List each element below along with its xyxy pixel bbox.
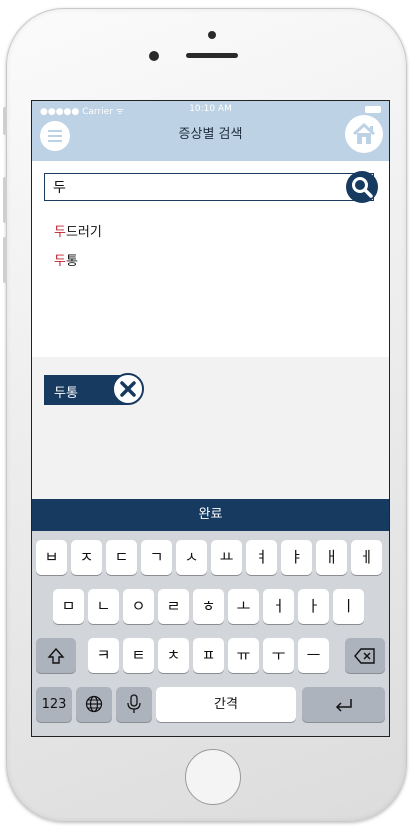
volume-down-button [3, 237, 7, 283]
key[interactable]: ㄱ [141, 540, 172, 575]
key[interactable]: ㅍ [193, 638, 224, 673]
search-input-value: 두 [53, 180, 66, 196]
key[interactable]: ㅜ [263, 638, 294, 673]
key[interactable]: ㅅ [176, 540, 207, 575]
home-icon[interactable] [345, 115, 383, 153]
key[interactable]: ㅐ [316, 540, 347, 575]
status-time: 10:10 AM [189, 104, 232, 114]
suggestion-item[interactable]: 두드러기 [54, 221, 102, 240]
numbers-key[interactable]: 123 [36, 687, 72, 722]
globe-icon[interactable] [76, 687, 112, 722]
microphone-icon[interactable] [116, 687, 152, 722]
tag-label: 두통 [54, 386, 78, 401]
key[interactable]: ㅣ [333, 589, 364, 624]
space-key[interactable]: 간격 [156, 687, 296, 722]
key[interactable]: ㄹ [158, 589, 189, 624]
key[interactable]: ㅌ [123, 638, 154, 673]
key[interactable]: ㅂ [36, 540, 67, 575]
selected-symptom-tag: 두통 [44, 373, 144, 407]
mute-switch [3, 107, 7, 135]
key[interactable]: ㅛ [211, 540, 242, 575]
search-input[interactable]: 두 [44, 173, 374, 201]
front-camera [149, 51, 159, 61]
key[interactable]: ㅁ [53, 589, 84, 624]
key[interactable]: ㅗ [228, 589, 259, 624]
key[interactable]: ㅓ [263, 589, 294, 624]
key[interactable]: ㄷ [106, 540, 137, 575]
suggestion-item[interactable]: 두통 [54, 250, 78, 269]
key[interactable]: ㅔ [351, 540, 382, 575]
key[interactable]: ㅡ [298, 638, 329, 673]
key[interactable]: ㅎ [193, 589, 224, 624]
key[interactable]: ㅇ [123, 589, 154, 624]
korean-keyboard: ㅂ ㅈ ㄷ ㄱ ㅅ ㅛ ㅕ ㅑ ㅐ ㅔ ㅁ ㄴ ㅇ ㄹ ㅎ ㅗ ㅓ ㅏ ㅣ ㅋ … [32, 531, 389, 736]
battery-icon [365, 106, 381, 113]
earpiece-speaker [186, 53, 238, 58]
page-title: 증상별 검색 [178, 127, 243, 142]
home-button[interactable] [185, 749, 241, 805]
proximity-sensor [208, 31, 216, 39]
backspace-icon[interactable] [345, 638, 385, 673]
volume-up-button [3, 177, 7, 223]
return-icon[interactable] [302, 687, 385, 722]
app-screen: ●●●●● Carrier ᯤ 10:10 AM 증상별 검색 두 두드러기 두… [31, 100, 390, 737]
key[interactable]: ㄴ [88, 589, 119, 624]
close-icon[interactable] [112, 373, 144, 405]
key[interactable]: ㅕ [246, 540, 277, 575]
key[interactable]: ㅠ [228, 638, 259, 673]
search-panel: 두 두드러기 두통 [32, 161, 389, 357]
key[interactable]: ㅈ [71, 540, 102, 575]
key[interactable]: ㅊ [158, 638, 189, 673]
navigation-bar: ●●●●● Carrier ᯤ 10:10 AM 증상별 검색 [32, 101, 389, 161]
key[interactable]: ㅏ [298, 589, 329, 624]
key[interactable]: ㅋ [88, 638, 119, 673]
done-button[interactable]: 완료 [32, 499, 389, 531]
key[interactable]: ㅑ [281, 540, 312, 575]
search-icon[interactable] [346, 171, 378, 203]
shift-icon[interactable] [36, 638, 76, 673]
